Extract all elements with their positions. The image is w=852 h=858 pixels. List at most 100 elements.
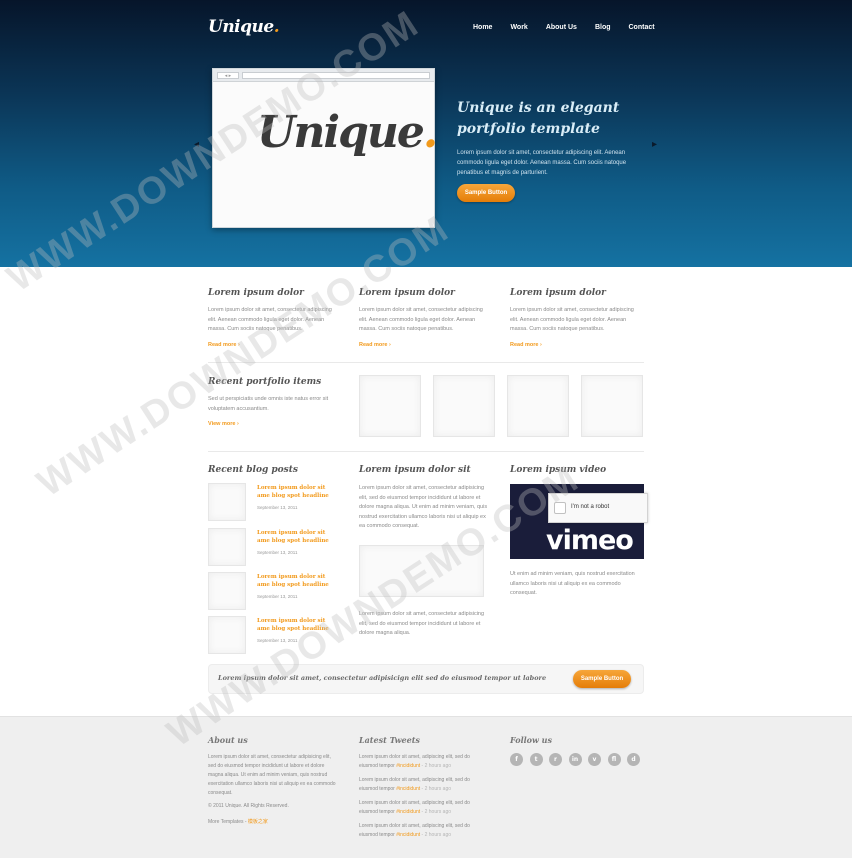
callout-sample-button[interactable]: Sample Button: [573, 670, 631, 688]
feature-1-text: Lorem ipsum dolor sit amet, consectetur …: [208, 307, 332, 332]
chevron-right-icon: ›: [539, 342, 542, 348]
more-templates-label: More Templates -: [208, 819, 248, 825]
more-templates: More Templates - 模板之家: [208, 818, 268, 825]
feature-2-title: Lorem ipsum dolor: [359, 288, 455, 298]
slider-next-arrow[interactable]: ▸: [652, 139, 657, 150]
blog-thumbnail[interactable]: [208, 572, 246, 610]
twitter-icon[interactable]: t: [529, 753, 543, 766]
tweet: Lorem ipsum dolor sit amet, adipiscing e…: [359, 753, 487, 771]
tweet-hashtag[interactable]: #incididunt: [396, 809, 420, 815]
slider-prev-arrow[interactable]: ◂: [194, 139, 199, 150]
browser-toolbar: ◂ ▸: [213, 69, 434, 82]
feature-3-read-more[interactable]: Read more ›: [510, 342, 542, 348]
recaptcha-widget[interactable]: I'm not a robot: [548, 493, 648, 523]
footer-about-title: About us: [208, 735, 248, 745]
showcase-logo: Unique.: [257, 107, 438, 158]
linkedin-icon[interactable]: in: [568, 753, 582, 766]
read-more-label: Read more: [510, 342, 539, 348]
showcase-logo-text: Unique: [257, 107, 425, 158]
blog-post-title[interactable]: Lorem ipsum dolor sit ame blog spot head…: [257, 617, 337, 633]
callout-text: Lorem ipsum dolor sit amet, consectetur …: [218, 674, 547, 682]
feature-3-text: Lorem ipsum dolor sit amet, consectetur …: [510, 307, 634, 332]
chevron-right-icon: ›: [388, 342, 391, 348]
feature-1-read-more[interactable]: Read more ›: [208, 342, 240, 348]
vimeo-logo: vimeo: [546, 525, 634, 556]
social-icons: f t r in v fl d: [510, 753, 647, 766]
middle-title: Lorem ipsum dolor sit: [359, 465, 471, 475]
middle-text-2: Lorem ipsum dolor sit amet, consectetur …: [359, 611, 485, 636]
portfolio-view-more[interactable]: View more ›: [208, 421, 239, 427]
browser-address-bar: [242, 72, 430, 79]
blog-post-date: September 13, 2011: [257, 550, 298, 555]
blog-post-title[interactable]: Lorem ipsum dolor sit ame blog spot head…: [257, 573, 337, 589]
showcase-logo-dot: .: [422, 107, 438, 158]
feature-2-read-more[interactable]: Read more ›: [359, 342, 391, 348]
blog-thumbnail[interactable]: [208, 483, 246, 521]
vimeo-icon[interactable]: v: [588, 753, 601, 766]
tweet-time: - 2 hours ago: [420, 832, 452, 838]
flickr-icon[interactable]: fl: [607, 753, 621, 766]
facebook-icon[interactable]: f: [510, 753, 523, 766]
portfolio-thumbnail[interactable]: [581, 375, 643, 437]
nav-contact[interactable]: Contact: [629, 24, 655, 31]
portfolio-text: Sed ut perspiciatis unde omnis iste natu…: [208, 396, 329, 412]
read-more-label: Read more: [208, 342, 237, 348]
nav-blog[interactable]: Blog: [595, 24, 611, 31]
divider: [208, 451, 644, 452]
tweet: Lorem ipsum dolor sit amet, adipiscing e…: [359, 822, 487, 840]
nav-work[interactable]: Work: [510, 24, 527, 31]
footer-follow-title: Follow us: [510, 735, 552, 745]
logo-text: Unique: [208, 17, 274, 37]
blog-title: Recent blog posts: [208, 465, 298, 475]
tweet-hashtag[interactable]: #incididunt: [396, 786, 420, 792]
nav-about-us[interactable]: About Us: [546, 24, 577, 31]
middle-text: Lorem ipsum dolor sit amet, consectetur …: [359, 485, 488, 529]
portfolio-thumbnail[interactable]: [359, 375, 421, 437]
footer-tweets-title: Latest Tweets: [359, 735, 420, 745]
tweet-hashtag[interactable]: #incididunt: [396, 832, 420, 838]
blog-post-date: September 13, 2011: [257, 638, 298, 643]
blog-post-title[interactable]: Lorem ipsum dolor sit ame blog spot head…: [257, 484, 337, 500]
feature-3-title: Lorem ipsum dolor: [510, 288, 606, 298]
hero-sample-button[interactable]: Sample Button: [457, 184, 515, 202]
browser-mockup: ◂ ▸ Unique.: [212, 68, 438, 228]
tweet-hashtag[interactable]: #incididunt: [396, 763, 420, 769]
blog-post-date: September 13, 2011: [257, 594, 298, 599]
hero-section: Unique. Home Work About Us Blog Contact …: [0, 0, 852, 267]
chevron-right-icon: ›: [236, 421, 239, 427]
feature-1-title: Lorem ipsum dolor: [208, 288, 304, 298]
feature-2-text: Lorem ipsum dolor sit amet, consectetur …: [359, 307, 483, 332]
nav-home[interactable]: Home: [473, 24, 492, 31]
blog-post-date: September 13, 2011: [257, 505, 298, 510]
read-more-label: Read more: [359, 342, 388, 348]
tweet: Lorem ipsum dolor sit amet, adipiscing e…: [359, 799, 487, 817]
chevron-right-icon: ›: [237, 342, 240, 348]
middle-image: [359, 545, 484, 597]
tweet-time: - 2 hours ago: [420, 809, 452, 815]
more-templates-link[interactable]: 模板之家: [248, 819, 268, 825]
blog-post-title[interactable]: Lorem ipsum dolor sit ame blog spot head…: [257, 529, 337, 545]
blog-thumbnail[interactable]: [208, 528, 246, 566]
main-nav: Home Work About Us Blog Contact: [473, 24, 673, 31]
page: Unique. Home Work About Us Blog Contact …: [0, 0, 852, 858]
hero-title: Unique is an elegant portfolio template: [457, 100, 620, 137]
portfolio-thumbnail[interactable]: [507, 375, 569, 437]
view-more-label: View more: [208, 421, 236, 427]
recaptcha-label: I'm not a robot: [571, 504, 610, 510]
tweet-time: - 2 hours ago: [420, 763, 452, 769]
browser-nav-buttons: ◂ ▸: [217, 72, 239, 79]
site-logo[interactable]: Unique.: [208, 17, 280, 37]
portfolio-title: Recent portfolio items: [208, 377, 322, 387]
dribbble-icon[interactable]: d: [627, 753, 640, 766]
rss-icon[interactable]: r: [549, 753, 562, 766]
tweet-time: - 2 hours ago: [420, 786, 452, 792]
portfolio-thumbnail[interactable]: [433, 375, 495, 437]
footer-about-text: Lorem ipsum dolor sit amet, consectetur …: [208, 754, 336, 796]
recaptcha-checkbox[interactable]: [554, 502, 566, 514]
tweet: Lorem ipsum dolor sit amet, adipiscing e…: [359, 776, 487, 794]
hero-text: Lorem ipsum dolor sit amet, consectetur …: [457, 150, 627, 176]
logo-dot: .: [273, 17, 280, 37]
blog-thumbnail[interactable]: [208, 616, 246, 654]
video-text: Ut enim ad minim veniam, quis nostrud ex…: [510, 571, 635, 596]
copyright: © 2011 Unique. All Rights Reserved.: [208, 803, 289, 809]
